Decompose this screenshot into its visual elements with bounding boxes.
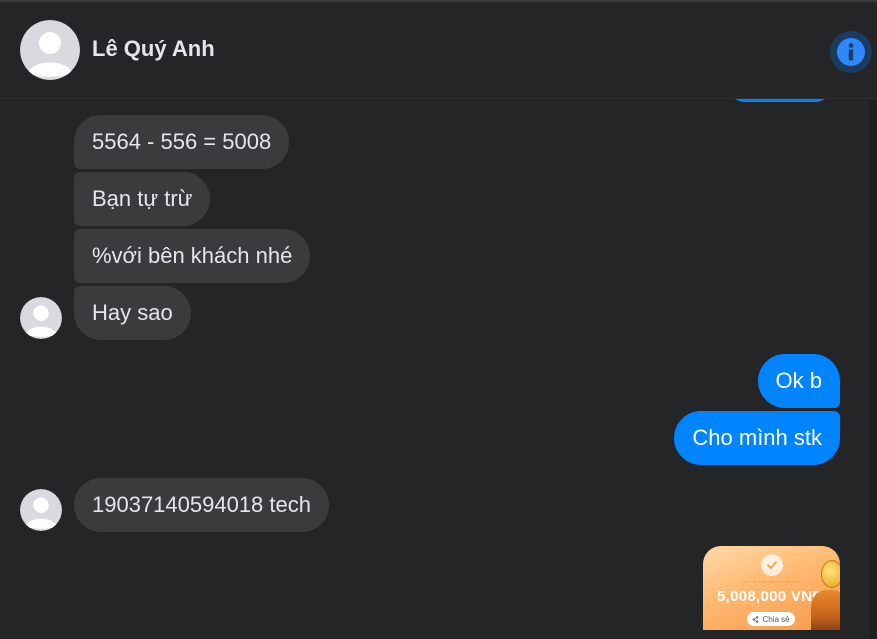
message-bubble-sent[interactable]: Ok b (757, 354, 840, 408)
message-bubble-received[interactable]: Bạn tự trừ (74, 172, 211, 226)
coin-decoration (821, 560, 840, 588)
message-bubble-received[interactable]: 19037140594018 tech (74, 478, 329, 532)
info-icon (837, 38, 865, 66)
message-bubble-received[interactable]: %với bên khách nhé (74, 229, 311, 283)
contact-name[interactable]: Lê Quý Anh (92, 36, 215, 62)
default-user-avatar-icon (20, 489, 62, 531)
scrollbar-track[interactable] (869, 98, 877, 639)
receipt-caption-blurred: ···· ·· ······· ······ ···· (740, 579, 803, 586)
check-icon (761, 554, 783, 576)
tiger-decoration (811, 590, 840, 630)
message-bubble-received[interactable]: 5564 - 556 = 5008 (74, 115, 290, 169)
contact-avatar[interactable] (20, 20, 80, 80)
message-bubble-received[interactable]: Hay sao (74, 286, 191, 340)
conversation-info-button[interactable] (830, 31, 872, 73)
share-button[interactable]: Chia sẻ (747, 612, 795, 626)
image-message-transfer-receipt[interactable]: ···· ·· ······· ······ ···· 5,008,000 VN… (703, 546, 840, 630)
default-user-avatar-icon (20, 20, 80, 80)
sender-avatar[interactable] (20, 297, 62, 339)
sender-avatar[interactable] (20, 489, 62, 531)
conversation-header: Lê Quý Anh (0, 2, 877, 99)
message-bubble-sent[interactable]: Cho mình stk (674, 411, 840, 465)
share-icon (753, 615, 759, 623)
share-label: Chia sẻ (762, 614, 790, 624)
default-user-avatar-icon (20, 297, 62, 339)
receipt-amount: 5,008,000 VNĐ (717, 588, 824, 605)
